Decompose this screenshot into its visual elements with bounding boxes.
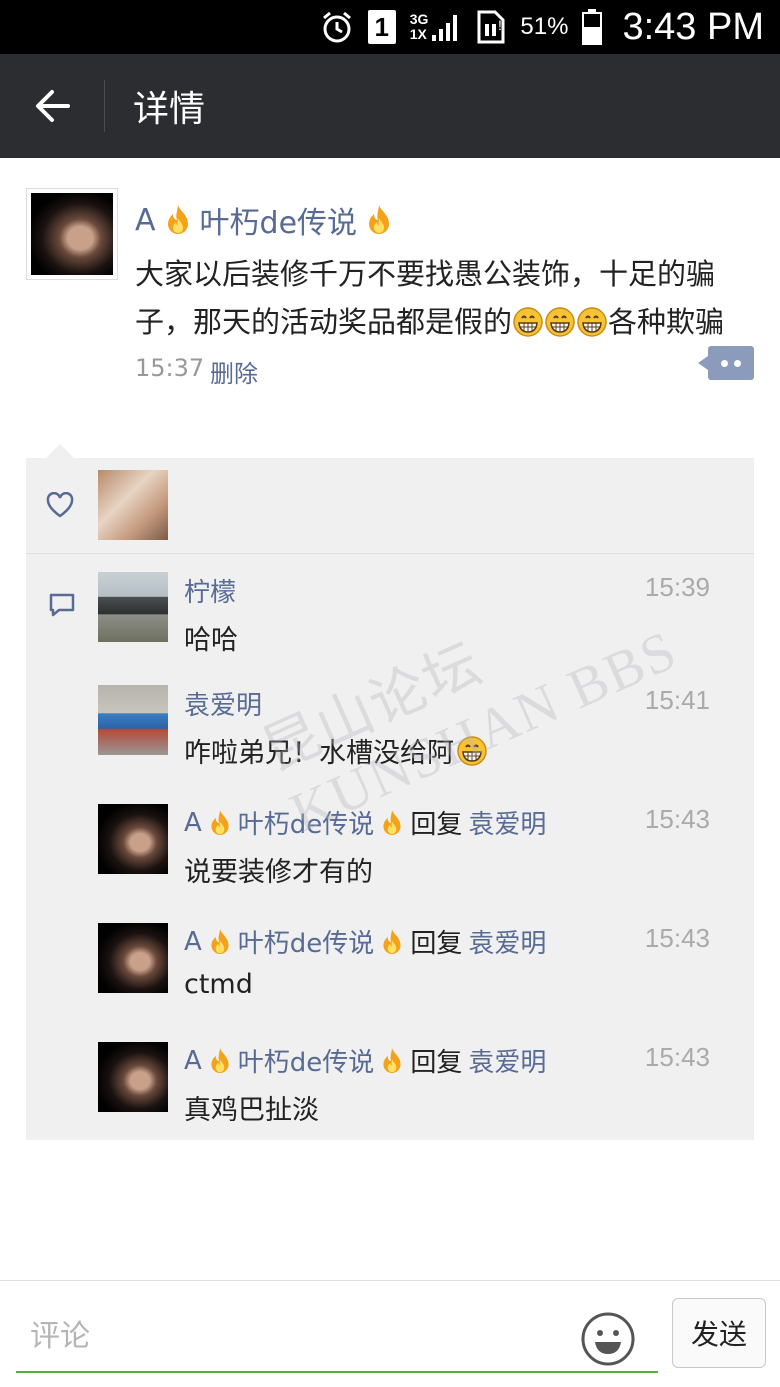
reply-label: 回复 xyxy=(410,929,463,959)
fire-emoji-icon xyxy=(167,205,188,234)
fire-emoji-icon xyxy=(369,205,390,234)
smiley-icon[interactable] xyxy=(580,1311,636,1367)
back-button[interactable] xyxy=(0,54,104,158)
avatar-image xyxy=(31,193,113,275)
page-title: 详情 xyxy=(133,89,206,130)
fire-emoji-icon xyxy=(211,809,229,835)
send-button[interactable]: 发送 xyxy=(672,1298,766,1368)
comment-text: ctmd xyxy=(184,969,253,1000)
commenter-name-text: 叶朽de传说 xyxy=(237,810,375,840)
comment-text: 咋啦弟兄！水槽没给阿 xyxy=(184,731,488,770)
likes-row xyxy=(26,458,754,554)
app-bar: 详情 xyxy=(0,54,780,158)
more-actions-button[interactable] xyxy=(698,346,754,380)
fire-emoji-icon xyxy=(211,928,229,954)
reply-label: 回复 xyxy=(410,1048,463,1078)
commenter-avatar[interactable] xyxy=(98,804,168,874)
liker-avatar[interactable] xyxy=(98,470,168,540)
fire-emoji-icon xyxy=(211,1047,229,1073)
interaction-panel: 柠檬 15:39 哈哈 袁爱明 15:41 咋啦弟兄！水槽没给阿 A 叶朽de传… xyxy=(26,444,754,1140)
comment-text-body: ctmd xyxy=(184,969,253,1000)
network-type-bottom: 1X xyxy=(409,26,427,42)
commenter-name[interactable]: 柠檬 xyxy=(184,572,236,609)
reply-label: 回复 xyxy=(410,810,463,840)
grinning-emoji-icon xyxy=(577,307,607,337)
fire-emoji-icon xyxy=(383,809,401,835)
commenter-avatar[interactable] xyxy=(98,1042,168,1112)
dot-icon xyxy=(734,359,741,367)
commenter-avatar[interactable] xyxy=(98,572,168,642)
sim-card-icon: ! xyxy=(476,10,506,44)
status-bar: 1 3G 1X ! 51% 3:43 PM xyxy=(0,0,780,54)
grinning-emoji-icon xyxy=(545,307,575,337)
commenter-avatar[interactable] xyxy=(98,685,168,755)
alarm-icon xyxy=(320,10,354,44)
post-body: 大家以后装修千万不要找愚公装饰，十足的骗子，那天的活动奖品都是假的 各种欺骗 xyxy=(135,250,755,346)
network-type-top: 3G xyxy=(409,11,429,27)
arrow-left-icon xyxy=(36,90,70,122)
comment-text: 说要装修才有的 xyxy=(184,850,373,889)
heart-icon xyxy=(46,492,74,518)
commenter-name-prefix: A xyxy=(184,807,202,838)
comment-time: 15:43 xyxy=(644,804,710,834)
commenter-name-text: 柠檬 xyxy=(184,578,237,608)
comment-input[interactable] xyxy=(16,1301,658,1373)
comment-time: 15:43 xyxy=(644,1042,710,1072)
post-author-name[interactable]: A 叶朽de传说 xyxy=(135,198,393,242)
reply-to-name[interactable]: 袁爱明 xyxy=(468,923,546,960)
comment-text: 哈哈 xyxy=(184,618,238,657)
battery-icon xyxy=(582,9,603,45)
commenter-name-text: 袁爱明 xyxy=(184,691,263,721)
commenter-name-text: 叶朽de传说 xyxy=(237,1048,375,1078)
comment-time: 15:41 xyxy=(644,685,710,715)
post-author-avatar[interactable] xyxy=(26,188,118,280)
grinning-emoji-icon xyxy=(513,307,543,337)
dot-icon xyxy=(721,359,728,367)
comment-text: 真鸡巴扯淡 xyxy=(184,1088,319,1127)
author-prefix: A xyxy=(135,202,156,238)
reply-to-name[interactable]: 袁爱明 xyxy=(468,1042,546,1079)
comment-icon xyxy=(49,593,75,617)
comment-text-body: 哈哈 xyxy=(184,625,238,656)
commenter-name[interactable]: A 叶朽de传说 回复 袁爱明 xyxy=(184,923,546,960)
comment-text-body: 说要装修才有的 xyxy=(184,857,373,888)
grinning-emoji-icon xyxy=(457,735,487,766)
comment-time: 15:39 xyxy=(644,572,710,602)
appbar-divider xyxy=(104,80,105,132)
commenter-name[interactable]: A 叶朽de传说 回复 袁爱明 xyxy=(184,1042,546,1079)
commenter-avatar[interactable] xyxy=(98,923,168,993)
fire-emoji-icon xyxy=(383,928,401,954)
post-text-tail: 各种欺骗 xyxy=(608,305,725,339)
fire-emoji-icon xyxy=(383,1047,401,1073)
comment-bar: 发送 xyxy=(0,1280,780,1387)
commenter-name-prefix: A xyxy=(184,926,202,957)
battery-percent: 51% xyxy=(520,13,569,40)
sim-slot-badge: 1 xyxy=(367,10,396,44)
post-timestamp: 15:37 xyxy=(135,354,205,382)
author-name-text: 叶朽de传说 xyxy=(199,206,358,241)
commenter-name[interactable]: A 叶朽de传说 回复 袁爱明 xyxy=(184,804,546,841)
commenter-name[interactable]: 袁爱明 xyxy=(184,685,262,722)
clock: 3:43 PM xyxy=(622,5,764,48)
svg-text:!: ! xyxy=(498,17,502,33)
comment-time: 15:43 xyxy=(644,923,710,953)
delete-link[interactable]: 删除 xyxy=(210,354,258,389)
signal-icon: 3G 1X xyxy=(410,11,463,43)
reply-to-name[interactable]: 袁爱明 xyxy=(468,804,546,841)
commenter-name-text: 叶朽de传说 xyxy=(237,929,375,959)
comment-text-body: 真鸡巴扯淡 xyxy=(184,1095,319,1126)
comment-text-body: 咋啦弟兄！水槽没给阿 xyxy=(184,738,454,769)
commenter-name-prefix: A xyxy=(184,1045,202,1076)
